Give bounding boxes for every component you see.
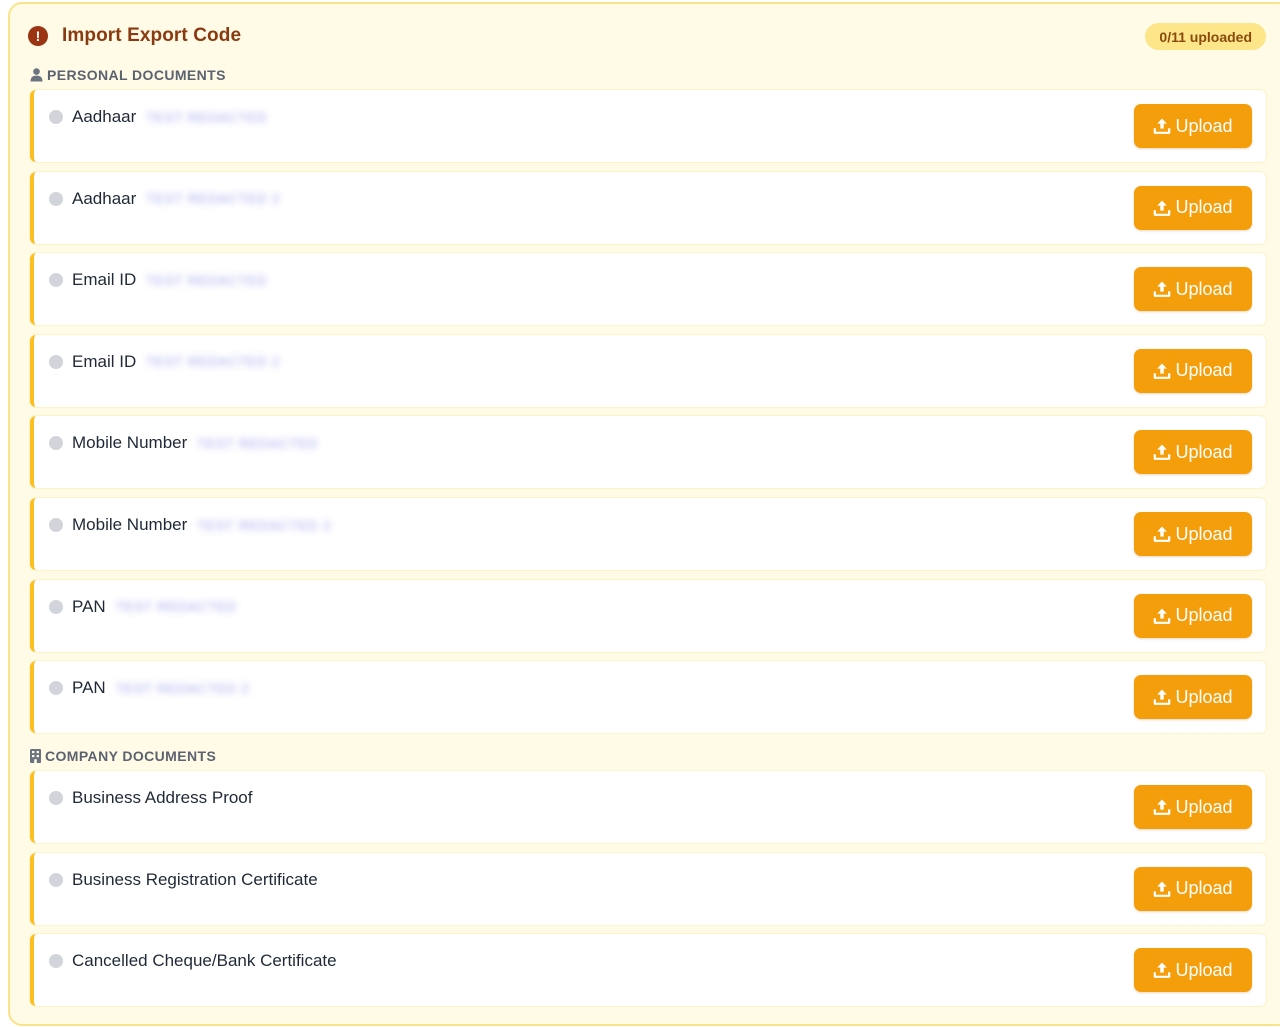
- section-heading-label: PERSONAL DOCUMENTS: [47, 67, 226, 83]
- redacted-document-value: TEST REDACTED: [197, 435, 319, 451]
- upload-count-badge: 0/11 uploaded: [1145, 23, 1266, 50]
- redacted-document-value: TEST REDACTED 2: [146, 191, 281, 207]
- upload-button-label: Upload: [1175, 796, 1233, 817]
- pending-status-dot: [49, 518, 63, 532]
- upload-button[interactable]: Upload: [1134, 267, 1252, 312]
- pending-status-dot: [49, 354, 63, 369]
- pending-status-dot: [49, 436, 63, 451]
- upload-button[interactable]: Upload: [1134, 430, 1252, 475]
- redacted-document-value: TEST REDACTED: [115, 599, 237, 615]
- upload-button-label: Upload: [1175, 360, 1233, 381]
- section-heading-label: COMPANY DOCUMENTS: [45, 748, 217, 764]
- pending-status-dot: [49, 599, 63, 614]
- redacted-document-value: TEST REDACTED 2: [115, 680, 250, 696]
- upload-icon: [1154, 881, 1171, 897]
- upload-button-label: Upload: [1175, 441, 1233, 462]
- document-label: Business Registration Certificate: [72, 870, 318, 890]
- building-icon: [30, 749, 41, 763]
- upload-button-label: Upload: [1175, 278, 1233, 299]
- document-label: Email ID TEST REDACTED 2: [72, 352, 280, 372]
- upload-button[interactable]: Upload: [1134, 348, 1252, 393]
- document-label: PAN TEST REDACTED: [72, 597, 237, 617]
- redacted-document-value: TEST REDACTED 2: [146, 354, 281, 370]
- page-title: Import Export Code: [62, 25, 242, 46]
- document-label: Cancelled Cheque/Bank Certificate: [72, 951, 337, 971]
- upload-button-label: Upload: [1175, 878, 1233, 899]
- document-row: PAN TEST REDACTED 2 Upload: [30, 661, 1266, 734]
- upload-icon: [1154, 363, 1171, 379]
- pending-status-dot: [49, 191, 63, 206]
- upload-icon: [1154, 608, 1171, 624]
- document-row: Business Registration Certificate Upload: [30, 852, 1266, 925]
- document-label: Aadhaar TEST REDACTED 2: [72, 189, 280, 209]
- document-label: Business Address Proof: [72, 788, 252, 808]
- upload-button[interactable]: Upload: [1134, 866, 1252, 911]
- document-row: PAN TEST REDACTED Upload: [30, 579, 1266, 652]
- pending-status-dot: [49, 273, 63, 288]
- upload-button-label: Upload: [1175, 197, 1233, 218]
- upload-button-label: Upload: [1175, 959, 1233, 980]
- person-icon: [30, 68, 43, 82]
- upload-button[interactable]: Upload: [1134, 512, 1252, 556]
- document-label: Mobile Number TEST REDACTED 2: [72, 515, 331, 535]
- document-row: Mobile Number TEST REDACTED Upload: [30, 416, 1266, 489]
- document-name: Aadhaar: [72, 107, 137, 126]
- section-company-documents: COMPANY DOCUMENTS: [30, 748, 216, 764]
- document-name: Mobile Number: [72, 433, 188, 453]
- document-name: Email ID: [72, 270, 137, 290]
- upload-button-label: Upload: [1175, 115, 1233, 136]
- panel-header: ! Import Export Code 0/11 uploaded: [28, 23, 1266, 50]
- upload-button[interactable]: Upload: [1134, 104, 1252, 148]
- document-name: Business Address Proof: [72, 788, 253, 807]
- upload-button[interactable]: Upload: [1134, 675, 1252, 720]
- redacted-document-value: TEST REDACTED: [146, 109, 268, 125]
- document-row: Mobile Number TEST REDACTED 2 Upload: [30, 498, 1266, 570]
- upload-button-label: Upload: [1175, 686, 1233, 707]
- pending-status-dot: [49, 110, 63, 124]
- section-personal-documents: PERSONAL DOCUMENTS: [30, 67, 226, 83]
- document-row: Cancelled Cheque/Bank Certificate Upload: [30, 934, 1266, 1007]
- upload-icon: [1154, 526, 1171, 542]
- document-name: Business Registration Certificate: [72, 869, 318, 889]
- upload-icon: [1154, 281, 1171, 298]
- document-row: Email ID TEST REDACTED Upload: [30, 253, 1266, 326]
- pending-status-dot: [49, 681, 63, 696]
- document-name: Mobile Number: [72, 515, 188, 534]
- document-label: Mobile Number TEST REDACTED: [72, 433, 318, 453]
- document-row: Aadhaar TEST REDACTED 2 Upload: [30, 171, 1266, 244]
- upload-button[interactable]: Upload: [1134, 593, 1252, 638]
- alert-icon: !: [28, 26, 48, 46]
- upload-button[interactable]: Upload: [1134, 785, 1252, 829]
- upload-icon: [1154, 689, 1171, 706]
- document-name: PAN: [72, 596, 106, 616]
- pending-status-dot: [49, 791, 63, 805]
- upload-icon: [1154, 200, 1171, 216]
- document-name: Aadhaar: [72, 188, 137, 208]
- document-label: Email ID TEST REDACTED: [72, 270, 267, 290]
- upload-button[interactable]: Upload: [1134, 948, 1252, 993]
- document-row: Email ID TEST REDACTED 2 Upload: [30, 334, 1266, 407]
- upload-icon: [1154, 118, 1171, 134]
- upload-button-label: Upload: [1175, 605, 1233, 626]
- upload-icon: [1154, 444, 1171, 461]
- upload-button-label: Upload: [1175, 523, 1233, 544]
- redacted-document-value: TEST REDACTED: [146, 272, 268, 288]
- document-row: Business Address Proof Upload: [30, 771, 1266, 843]
- upload-icon: [1154, 962, 1171, 979]
- document-label: PAN TEST REDACTED 2: [72, 678, 250, 698]
- redacted-document-value: TEST REDACTED 2: [197, 517, 332, 533]
- document-row: Aadhaar TEST REDACTED Upload: [30, 90, 1266, 162]
- document-name: PAN: [72, 678, 106, 698]
- document-name: Email ID: [72, 351, 137, 371]
- document-label: Aadhaar TEST REDACTED: [72, 107, 267, 127]
- pending-status-dot: [49, 954, 63, 969]
- upload-icon: [1154, 799, 1171, 815]
- pending-status-dot: [49, 872, 63, 887]
- document-name: Cancelled Cheque/Bank Certificate: [72, 951, 337, 971]
- upload-button[interactable]: Upload: [1134, 185, 1252, 230]
